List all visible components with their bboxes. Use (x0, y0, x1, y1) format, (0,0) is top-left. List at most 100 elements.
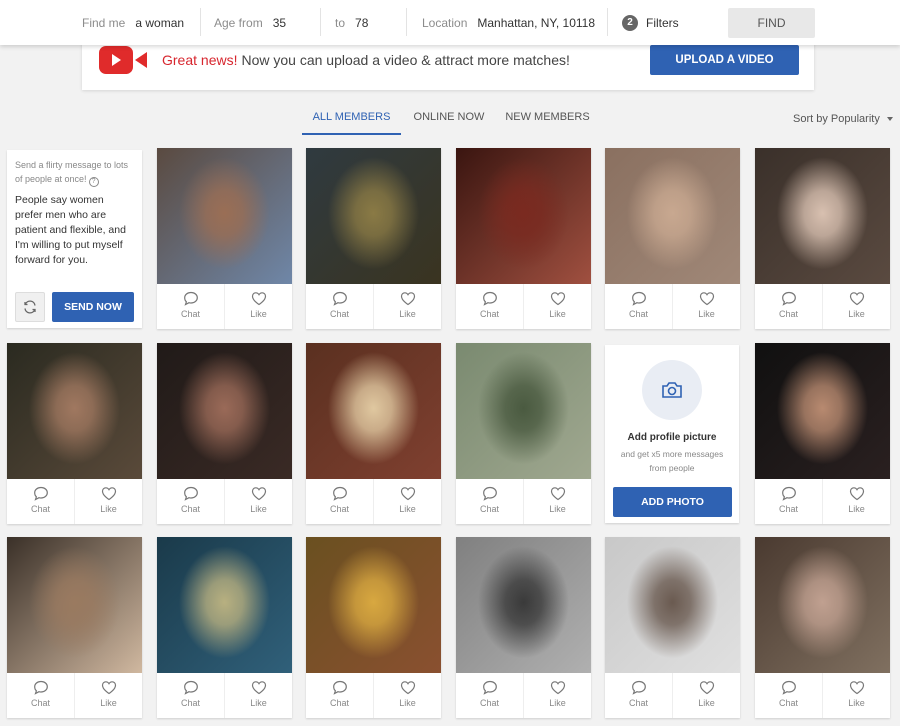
chat-button[interactable]: Chat (456, 284, 523, 329)
like-button[interactable]: Like (74, 673, 142, 718)
chat-button[interactable]: Chat (306, 284, 373, 329)
filters-button[interactable]: 2 Filters (622, 0, 679, 45)
like-label: Like (100, 504, 117, 514)
chat-label: Chat (180, 504, 200, 514)
promo-banner: Great news! Now you can upload a video & … (82, 38, 814, 90)
like-button[interactable]: Like (224, 673, 292, 718)
video-camera-icon (135, 52, 147, 68)
refresh-message-button[interactable] (15, 292, 45, 322)
member-actions: Chat Like (306, 479, 441, 524)
like-label: Like (100, 698, 117, 708)
add-photo-circle[interactable] (642, 360, 702, 420)
like-button[interactable]: Like (672, 673, 740, 718)
like-button[interactable]: Like (523, 479, 591, 524)
find-me-select[interactable]: Find me a woman (82, 0, 184, 45)
help-icon[interactable]: ? (88, 177, 99, 187)
like-button[interactable]: Like (224, 479, 292, 524)
tab-all-members[interactable]: ALL MEMBERS (302, 111, 401, 135)
chat-button[interactable]: Chat (456, 673, 523, 718)
heart-icon (251, 292, 266, 306)
chat-icon (33, 680, 48, 695)
member-photo[interactable] (157, 343, 292, 479)
like-button[interactable]: Like (822, 479, 890, 524)
like-button[interactable]: Like (672, 284, 740, 329)
chat-label: Chat (479, 309, 499, 319)
location-label: Location (422, 15, 468, 30)
tab-new-members[interactable]: NEW MEMBERS (505, 111, 590, 135)
chat-button[interactable]: Chat (157, 284, 224, 329)
send-now-button[interactable]: SEND NOW (52, 292, 134, 322)
like-button[interactable]: Like (74, 479, 142, 524)
find-me-value: a woman (135, 15, 185, 30)
chat-button[interactable]: Chat (7, 673, 74, 718)
member-photo[interactable] (157, 148, 292, 284)
add-photo-button[interactable]: ADD PHOTO (613, 487, 732, 517)
like-button[interactable]: Like (822, 284, 890, 329)
find-button[interactable]: FIND (728, 8, 815, 38)
chat-button[interactable]: Chat (157, 673, 224, 718)
heart-icon (699, 292, 714, 306)
member-photo[interactable] (306, 148, 441, 284)
age-from-select[interactable]: Age from 35 (214, 0, 286, 45)
like-button[interactable]: Like (822, 673, 890, 718)
chat-button[interactable]: Chat (755, 284, 822, 329)
filters-label: Filters (646, 15, 679, 30)
member-photo[interactable] (306, 343, 441, 479)
chat-button[interactable]: Chat (755, 673, 822, 718)
like-button[interactable]: Like (523, 673, 591, 718)
chat-label: Chat (628, 698, 648, 708)
member-photo[interactable] (755, 537, 890, 673)
member-card: Chat Like (306, 537, 441, 718)
member-actions: Chat Like (306, 284, 441, 329)
chat-button[interactable]: Chat (755, 479, 822, 524)
chat-label: Chat (180, 698, 200, 708)
heart-icon (550, 681, 565, 695)
heart-icon (251, 487, 266, 501)
member-photo[interactable] (306, 537, 441, 673)
flirty-hint: Send a flirty message to lots of people … (15, 158, 134, 187)
chat-icon (781, 291, 796, 306)
location-select[interactable]: Location Manhattan, NY, 10118 (422, 0, 595, 45)
like-button[interactable]: Like (224, 284, 292, 329)
member-photo[interactable] (456, 537, 591, 673)
member-photo[interactable] (605, 148, 740, 284)
member-photo[interactable] (456, 148, 591, 284)
chat-button[interactable]: Chat (456, 479, 523, 524)
like-button[interactable]: Like (523, 284, 591, 329)
flirty-hint-text: Send a flirty message to lots of people … (15, 160, 129, 184)
like-button[interactable]: Like (373, 673, 441, 718)
member-actions: Chat Like (306, 673, 441, 718)
chat-label: Chat (329, 698, 349, 708)
member-actions: Chat Like (755, 673, 890, 718)
chat-button[interactable]: Chat (306, 673, 373, 718)
sort-dropdown[interactable]: Sort by Popularity (793, 113, 893, 125)
member-card: Chat Like (605, 148, 740, 329)
chat-icon (631, 680, 646, 695)
member-photo[interactable] (7, 343, 142, 479)
member-actions: Chat Like (157, 673, 292, 718)
member-photo[interactable] (456, 343, 591, 479)
flirty-message-card: Send a flirty message to lots of people … (7, 150, 142, 328)
member-photo[interactable] (157, 537, 292, 673)
age-to-select[interactable]: to 78 (335, 0, 368, 45)
member-actions: Chat Like (7, 479, 142, 524)
chat-button[interactable]: Chat (157, 479, 224, 524)
tab-online-now[interactable]: ONLINE NOW (412, 111, 486, 135)
member-card: Chat Like (755, 537, 890, 718)
chat-button[interactable]: Chat (605, 284, 672, 329)
member-photo[interactable] (7, 537, 142, 673)
chat-icon (332, 291, 347, 306)
upload-video-button[interactable]: UPLOAD A VIDEO (650, 45, 799, 75)
member-actions: Chat Like (456, 479, 591, 524)
member-card: Chat Like (456, 537, 591, 718)
chat-button[interactable]: Chat (306, 479, 373, 524)
like-button[interactable]: Like (373, 479, 441, 524)
chat-button[interactable]: Chat (605, 673, 672, 718)
chat-button[interactable]: Chat (7, 479, 74, 524)
like-button[interactable]: Like (373, 284, 441, 329)
member-photo[interactable] (755, 343, 890, 479)
member-photo[interactable] (755, 148, 890, 284)
heart-icon (101, 681, 116, 695)
member-actions: Chat Like (157, 284, 292, 329)
member-photo[interactable] (605, 537, 740, 673)
